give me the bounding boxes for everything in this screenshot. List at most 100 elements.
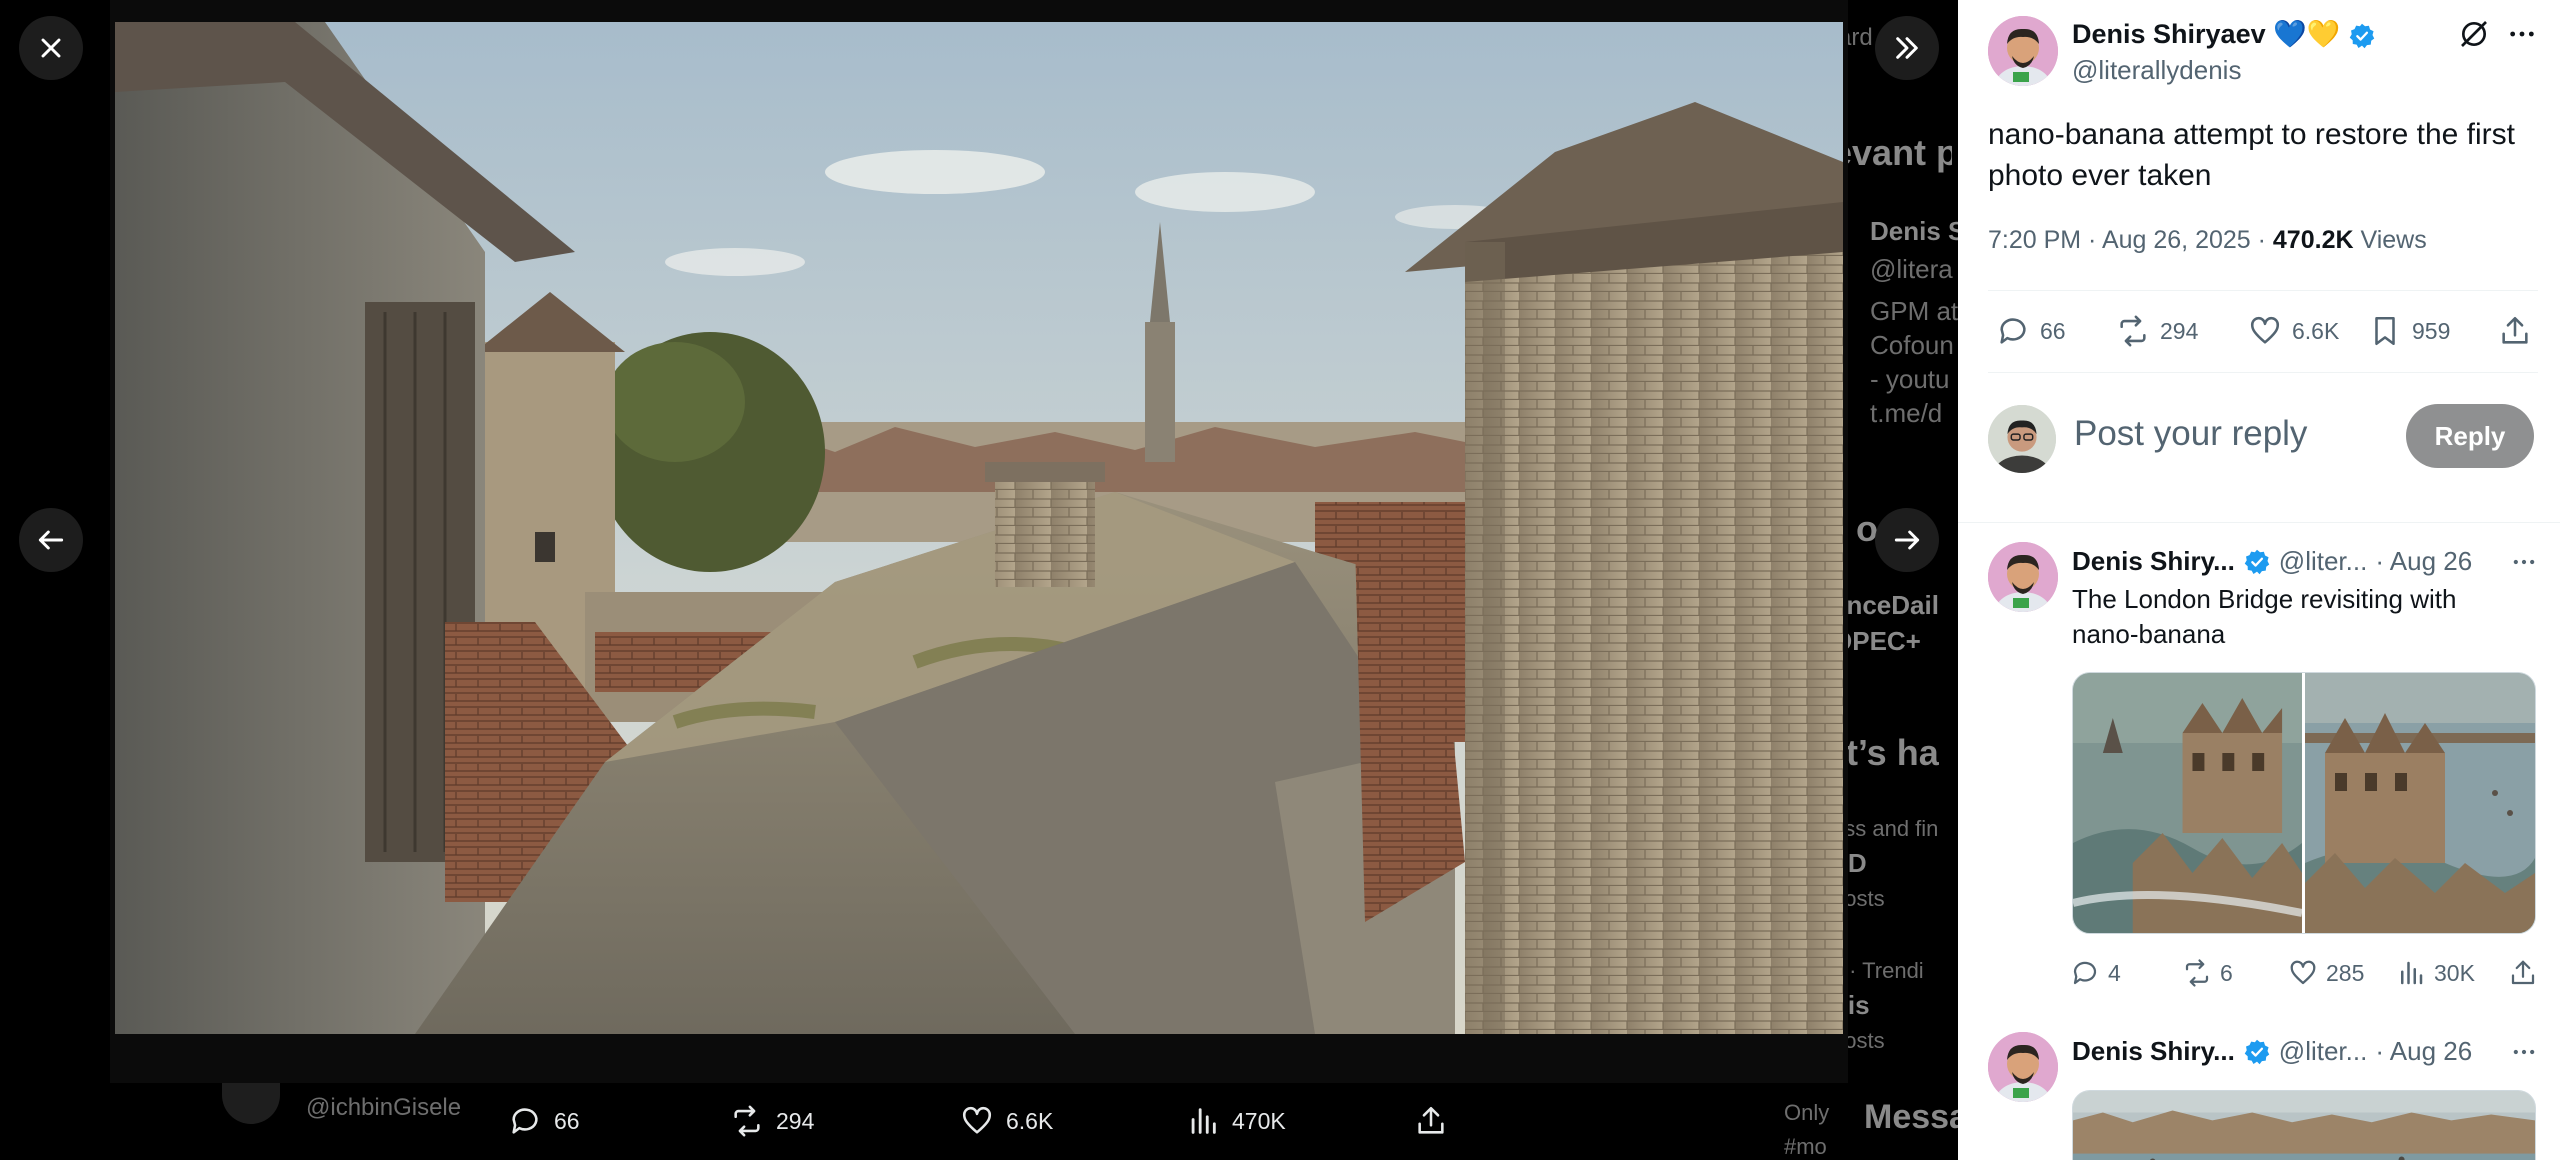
bg-bio-1: GPM at <box>1870 296 1958 326</box>
reply-2-image[interactable] <box>2073 1091 2535 1160</box>
reply-1-image-1[interactable] <box>2073 673 2302 934</box>
collapse-panel-button[interactable] <box>1875 16 1939 80</box>
reply-action-button[interactable]: 66 <box>1996 314 2066 348</box>
divider <box>1958 522 2560 523</box>
viewer-like-button[interactable]: 6.6K <box>960 1104 1053 1138</box>
post-views-label: Views <box>2353 226 2427 254</box>
post-timestamp[interactable]: 7:20 PM · Aug 26, 2025 · <box>1988 226 2273 254</box>
divider <box>1988 290 2538 291</box>
double-chevron-right-icon <box>1896 37 1918 59</box>
reply-1-views-button[interactable]: 30K <box>2396 958 2475 988</box>
share-icon <box>2511 960 2535 985</box>
comment-icon <box>512 1108 538 1134</box>
reply-2-author-name[interactable]: Denis Shiry... <box>2072 1036 2235 1067</box>
share-action-button[interactable] <box>2498 314 2532 348</box>
reply-2-header: Denis Shiry... @liter... · Aug 26 <box>2072 1036 2472 1067</box>
reply-1-image-2[interactable] <box>2305 673 2535 934</box>
reply-1-text: The London Bridge revisiting with nano-b… <box>2072 582 2456 652</box>
author-avatar[interactable] <box>1988 16 2058 86</box>
reply-1-like-count: 285 <box>2326 959 2365 986</box>
heart-icon <box>2290 960 2316 985</box>
author-avatar-illustration <box>1988 16 2058 86</box>
reply-2-media[interactable] <box>2072 1090 2536 1160</box>
viewer-repost-button[interactable]: 294 <box>730 1104 814 1138</box>
views-chart-icon <box>2401 961 2423 985</box>
more-options-icon[interactable] <box>2506 18 2538 50</box>
close-button[interactable] <box>19 16 83 80</box>
bg-bio-2: Cofoun <box>1870 330 1954 360</box>
reply-1-media[interactable] <box>2072 672 2536 934</box>
bg-trend-count-2: posts <box>1832 1028 1885 1053</box>
bg-trend-1: anceDail <box>1832 590 1939 620</box>
reply-1-repost-button[interactable]: 6 <box>2182 958 2233 988</box>
share-icon <box>1418 1106 1444 1134</box>
current-user-avatar[interactable] <box>1988 405 2056 473</box>
repost-icon <box>2185 959 2209 987</box>
reply-2-avatar[interactable] <box>1988 1032 2058 1102</box>
post-photo <box>115 22 1843 1034</box>
post-text-line-2: photo ever taken <box>1988 159 2212 192</box>
reply-2-date[interactable]: · Aug 26 <box>2375 1036 2472 1067</box>
reply-1-author-name[interactable]: Denis Shiry... <box>2072 546 2235 577</box>
post-meta: 7:20 PM · Aug 26, 2025 · 470.2K Views <box>1988 226 2427 255</box>
reply-1-date[interactable]: · Aug 26 <box>2375 546 2472 577</box>
post-text-line-1: nano-banana attempt to restore the first <box>1988 118 2515 151</box>
viewer-views-button[interactable]: 470K <box>1186 1104 1286 1138</box>
reply-1-header: Denis Shiry... @liter... · Aug 26 <box>2072 546 2472 577</box>
reply-1-avatar[interactable] <box>1988 542 2058 612</box>
reply-1-text-line-2: nano-banana <box>2072 619 2226 649</box>
close-icon <box>41 38 61 58</box>
previous-image-button[interactable] <box>19 508 83 572</box>
reply-2-handle[interactable]: @liter... <box>2279 1036 2368 1067</box>
media-viewer: ard evant p Denis S @litera GPM at Cofou… <box>0 0 1958 1160</box>
more-options-icon[interactable] <box>2510 1038 2538 1066</box>
author-name-row[interactable]: Denis Shiryaev 💙💛 <box>2072 18 2376 50</box>
bg-trend-title-2: dis <box>1832 990 1870 1020</box>
rooftop-photo <box>115 22 1843 1034</box>
post-views-count: 470.2K <box>2272 226 2354 254</box>
bg-bio-4: t.me/d <box>1870 398 1943 428</box>
grok-icon[interactable] <box>2458 18 2490 50</box>
current-user-avatar-photo <box>1988 405 2056 473</box>
bg-trend-2: OPEC+ <box>1832 626 1921 656</box>
viewer-repost-count: 294 <box>776 1107 815 1134</box>
reply-1-repost-count: 6 <box>2220 959 2233 986</box>
bg-trend-count-1: posts <box>1832 886 1885 911</box>
repost-icon <box>2120 315 2146 347</box>
repost-action-button[interactable]: 294 <box>2116 314 2198 348</box>
author-emojis: 💙💛 <box>2273 19 2341 49</box>
viewer-share-button[interactable] <box>1414 1104 1448 1138</box>
reply-submit-button[interactable]: Reply <box>2406 404 2534 468</box>
bg-trend-title-1: LD <box>1832 848 1867 878</box>
repost-icon <box>734 1105 760 1137</box>
reply-1-views-count: 30K <box>2434 959 2475 986</box>
arrow-right-icon <box>1894 530 1920 550</box>
author-handle[interactable]: @literallydenis <box>2072 55 2241 86</box>
bg-bio-3: - youtu <box>1870 364 1950 394</box>
viewer-reply-button[interactable]: 66 <box>508 1104 580 1138</box>
next-image-button[interactable] <box>1875 508 1939 572</box>
repost-count: 294 <box>2160 317 2199 344</box>
reply-1-text-line-1: The London Bridge revisiting with <box>2072 584 2457 614</box>
like-action-button[interactable]: 6.6K <box>2248 314 2339 348</box>
viewer-like-count: 6.6K <box>1006 1107 1054 1134</box>
bookmark-action-button[interactable]: 959 <box>2368 314 2450 348</box>
heart-icon <box>962 1106 992 1134</box>
reply-1-reply-button[interactable]: 4 <box>2070 958 2121 988</box>
viewer-reply-count: 66 <box>554 1107 580 1134</box>
reply-1-like-button[interactable]: 285 <box>2288 958 2364 988</box>
reply-1-handle[interactable]: @liter... <box>2279 546 2368 577</box>
bg-name: Denis S <box>1870 216 1958 246</box>
heart-icon <box>2250 316 2280 344</box>
reply-1-share-button[interactable] <box>2508 958 2538 988</box>
more-options-icon[interactable] <box>2510 548 2538 576</box>
bookmark-count: 959 <box>2412 317 2451 344</box>
reply-count: 66 <box>2040 317 2066 344</box>
comment-icon <box>2000 318 2026 344</box>
bg-trend-meta-2: s · Trendi <box>1832 958 1924 983</box>
reply-input[interactable]: Post your reply <box>2074 414 2307 454</box>
bg-trend-meta-1: ess and fin <box>1832 816 1939 841</box>
verified-badge-icon <box>2244 549 2270 574</box>
reply-1-avatar-illustration <box>1988 542 2058 612</box>
reply-1-reply-count: 4 <box>2108 959 2121 986</box>
